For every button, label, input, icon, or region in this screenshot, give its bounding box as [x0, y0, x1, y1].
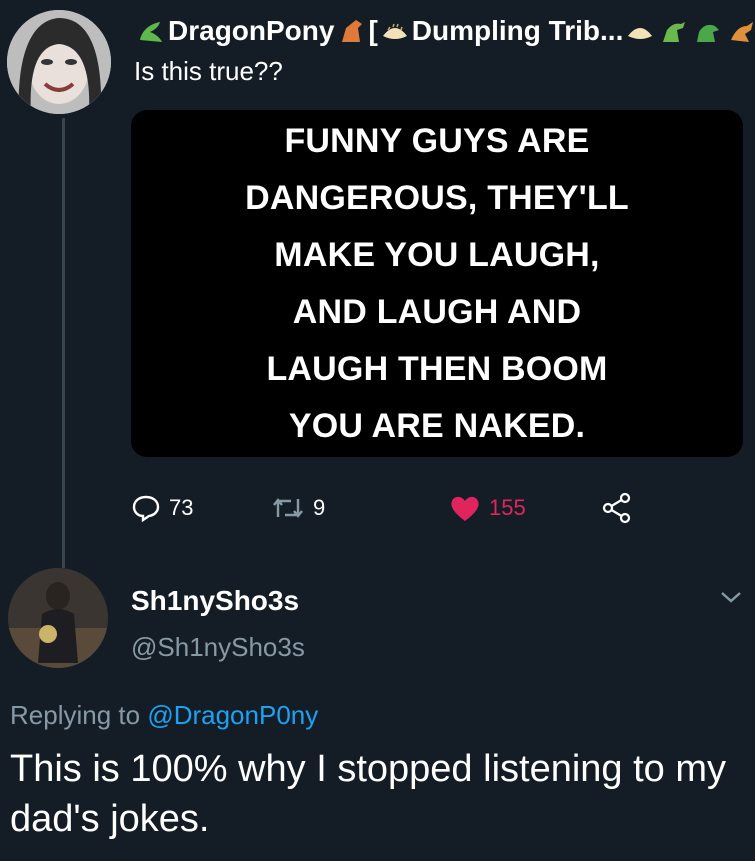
- replying-to-line: Replying to @DragonP0ny: [10, 700, 318, 731]
- share-icon: [602, 492, 631, 524]
- reply-count: 73: [169, 495, 194, 520]
- author-community-name: Dumpling Trib...: [411, 15, 624, 46]
- avatar[interactable]: [7, 10, 111, 114]
- like-button[interactable]: 155: [449, 490, 526, 526]
- author-extra-bracket: [: [368, 15, 378, 46]
- thread-connector-line: [62, 118, 65, 568]
- retweet-count: 9: [313, 495, 326, 520]
- dumpling-emoji-icon: [382, 23, 407, 39]
- tweet-image[interactable]: FUNNY GUYS ARE DANGEROUS, THEY'LL MAKE Y…: [131, 110, 743, 457]
- reply-author-name[interactable]: Sh1nySho3s: [131, 585, 299, 617]
- tweet-author-name[interactable]: DragonPony: [168, 15, 334, 47]
- reply-text: This is 100% why I stopped listening to …: [10, 748, 727, 840]
- heart-icon: [451, 496, 479, 521]
- replying-to-label: Replying to: [10, 700, 141, 730]
- share-button[interactable]: [601, 490, 633, 526]
- dumpling-emoji-icon: [628, 28, 653, 39]
- reply-author-handle[interactable]: @Sh1nySho3s: [131, 632, 305, 663]
- dragon-emoji-icon: [140, 22, 162, 42]
- horse-emoji-icon: [342, 20, 363, 42]
- retweet-icon: [273, 498, 303, 518]
- avatar-photo-icon: [8, 568, 108, 668]
- dinosaur-emoji-icon: [731, 22, 754, 42]
- avatar-photo-icon: [7, 10, 111, 114]
- retweet-button[interactable]: 9: [271, 490, 325, 526]
- chevron-down-icon[interactable]: [718, 588, 744, 606]
- tweet-actions: 73 9 155: [131, 490, 651, 526]
- reply-icon: [132, 495, 160, 523]
- tweet-image-text: FUNNY GUYS ARE DANGEROUS, THEY'LL MAKE Y…: [245, 121, 629, 445]
- dinosaur-emoji-icon: [663, 22, 686, 42]
- tweet-author-row: DragonPony [ Dumpling Trib...: [134, 10, 755, 52]
- replying-to-mention[interactable]: @DragonP0ny: [147, 700, 318, 730]
- tweet-text: Is this true??: [134, 56, 283, 86]
- dinosaur-emoji-icon: [697, 24, 720, 42]
- like-count: 155: [489, 495, 526, 520]
- reply-button[interactable]: 73: [131, 490, 193, 526]
- reply-avatar[interactable]: [8, 568, 108, 668]
